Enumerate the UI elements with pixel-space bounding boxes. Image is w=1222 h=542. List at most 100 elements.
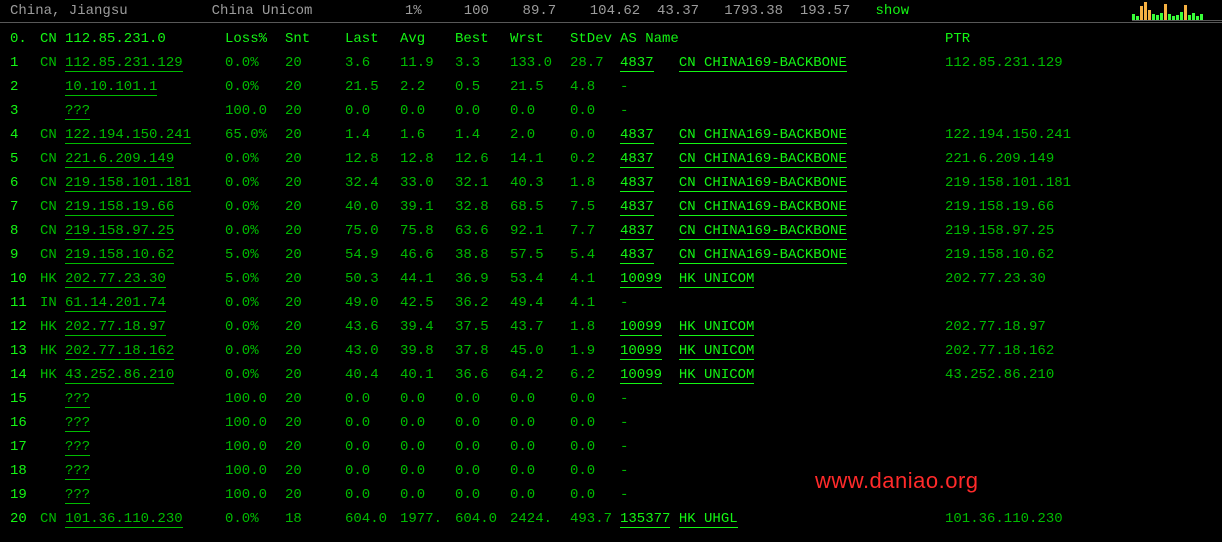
ip-link[interactable]: 43.252.86.210 bbox=[65, 367, 174, 384]
asn-name[interactable]: CN CHINA169-BACKBONE bbox=[679, 151, 847, 168]
cell-ip[interactable]: ??? bbox=[65, 487, 225, 503]
asn-number[interactable]: 10099 bbox=[620, 343, 662, 360]
cell-best: 0.5 bbox=[455, 79, 510, 95]
table-row[interactable]: 6CN219.158.101.1810.0%2032.433.032.140.3… bbox=[10, 171, 1212, 195]
cell-cc: CN bbox=[40, 127, 65, 143]
table-row[interactable]: 20CN101.36.110.2300.0%18604.01977.604.02… bbox=[10, 507, 1212, 531]
ip-link[interactable]: 221.6.209.149 bbox=[65, 151, 174, 168]
cell-best: 0.0 bbox=[455, 103, 510, 119]
asn-number[interactable]: 4837 bbox=[620, 223, 654, 240]
ip-link[interactable]: ??? bbox=[65, 103, 90, 120]
asn-name[interactable]: CN CHINA169-BACKBONE bbox=[679, 199, 847, 216]
asn-number[interactable]: 4837 bbox=[620, 175, 654, 192]
asn-name[interactable]: CN CHINA169-BACKBONE bbox=[679, 247, 847, 264]
cell-loss: 65.0% bbox=[225, 127, 285, 143]
asn-name[interactable]: HK UNICOM bbox=[679, 367, 755, 384]
cell-snt: 20 bbox=[285, 367, 345, 383]
cell-ip[interactable]: 202.77.18.97 bbox=[65, 319, 225, 335]
asn-name[interactable]: CN CHINA169-BACKBONE bbox=[679, 55, 847, 72]
ip-link[interactable]: ??? bbox=[65, 463, 90, 480]
cell-ip[interactable]: 219.158.97.25 bbox=[65, 223, 225, 239]
table-row[interactable]: 17???100.0200.00.00.00.00.0- bbox=[10, 435, 1212, 459]
cell-best: 0.0 bbox=[455, 439, 510, 455]
cell-ip[interactable]: 112.85.231.129 bbox=[65, 55, 225, 71]
cell-ip[interactable]: 43.252.86.210 bbox=[65, 367, 225, 383]
ip-link[interactable]: 112.85.231.129 bbox=[65, 55, 183, 72]
asn-number[interactable]: 10099 bbox=[620, 319, 662, 336]
asn-name[interactable]: HK UNICOM bbox=[679, 271, 755, 288]
table-row[interactable]: 19???100.0200.00.00.00.00.0- bbox=[10, 483, 1212, 507]
asn-number[interactable]: 10099 bbox=[620, 367, 662, 384]
ip-link[interactable]: 101.36.110.230 bbox=[65, 511, 183, 528]
ip-link[interactable]: 61.14.201.74 bbox=[65, 295, 166, 312]
table-row[interactable]: 12HK202.77.18.970.0%2043.639.437.543.71.… bbox=[10, 315, 1212, 339]
cell-ip[interactable]: ??? bbox=[65, 391, 225, 407]
cell-ip[interactable]: ??? bbox=[65, 415, 225, 431]
table-row[interactable]: 13HK202.77.18.1620.0%2043.039.837.845.01… bbox=[10, 339, 1212, 363]
asn-name[interactable]: HK UHGL bbox=[679, 511, 738, 528]
cell-ip[interactable]: 219.158.101.181 bbox=[65, 175, 225, 191]
asn-number[interactable]: 4837 bbox=[620, 199, 654, 216]
cell-last: 75.0 bbox=[345, 223, 400, 239]
table-row[interactable]: 18???100.0200.00.00.00.00.0- bbox=[10, 459, 1212, 483]
cell-loss: 100.0 bbox=[225, 415, 285, 431]
asn-number[interactable]: 4837 bbox=[620, 127, 654, 144]
asn-name[interactable]: CN CHINA169-BACKBONE bbox=[679, 175, 847, 192]
asn-name[interactable]: CN CHINA169-BACKBONE bbox=[679, 127, 847, 144]
cell-ip[interactable]: 101.36.110.230 bbox=[65, 511, 225, 527]
ip-link[interactable]: ??? bbox=[65, 487, 90, 504]
ip-link[interactable]: 10.10.101.1 bbox=[65, 79, 157, 96]
asn-name[interactable]: HK UNICOM bbox=[679, 343, 755, 360]
cell-stdev: 0.0 bbox=[570, 439, 620, 455]
cell-ip[interactable]: 202.77.23.30 bbox=[65, 271, 225, 287]
ip-link[interactable]: ??? bbox=[65, 439, 90, 456]
ip-link[interactable]: 219.158.97.25 bbox=[65, 223, 174, 240]
cell-ip[interactable]: 10.10.101.1 bbox=[65, 79, 225, 95]
asn-number[interactable]: 10099 bbox=[620, 271, 662, 288]
ip-link[interactable]: ??? bbox=[65, 391, 90, 408]
cell-ptr: 219.158.101.181 bbox=[945, 175, 1212, 191]
cell-ip[interactable]: ??? bbox=[65, 103, 225, 119]
ip-link[interactable]: 219.158.101.181 bbox=[65, 175, 191, 192]
cell-ip[interactable]: 202.77.18.162 bbox=[65, 343, 225, 359]
table-row[interactable]: 15???100.0200.00.00.00.00.0- bbox=[10, 387, 1212, 411]
table-row[interactable]: 7CN219.158.19.660.0%2040.039.132.868.57.… bbox=[10, 195, 1212, 219]
table-row[interactable]: 10HK202.77.23.305.0%2050.344.136.953.44.… bbox=[10, 267, 1212, 291]
cell-ip[interactable]: 122.194.150.241 bbox=[65, 127, 225, 143]
cell-ip[interactable]: 219.158.10.62 bbox=[65, 247, 225, 263]
asn-number[interactable]: 135377 bbox=[620, 511, 670, 528]
asn-number[interactable]: 4837 bbox=[620, 247, 654, 264]
table-row[interactable]: 3???100.0200.00.00.00.00.0- bbox=[10, 99, 1212, 123]
table-row[interactable]: 16???100.0200.00.00.00.00.0- bbox=[10, 411, 1212, 435]
ip-link[interactable]: 219.158.19.66 bbox=[65, 199, 174, 216]
table-row[interactable]: 210.10.101.10.0%2021.52.20.521.54.8- bbox=[10, 75, 1212, 99]
ip-link[interactable]: 202.77.18.97 bbox=[65, 319, 166, 336]
ip-link[interactable]: 122.194.150.241 bbox=[65, 127, 191, 144]
asn-number[interactable]: 4837 bbox=[620, 55, 654, 72]
table-row[interactable]: 4CN122.194.150.24165.0%201.41.61.42.00.0… bbox=[10, 123, 1212, 147]
cell-ip[interactable]: 221.6.209.149 bbox=[65, 151, 225, 167]
cell-loss: 0.0% bbox=[225, 511, 285, 527]
table-row[interactable]: 5CN221.6.209.1490.0%2012.812.812.614.10.… bbox=[10, 147, 1212, 171]
cell-wrst: 53.4 bbox=[510, 271, 570, 287]
ip-link[interactable]: 219.158.10.62 bbox=[65, 247, 174, 264]
table-row[interactable]: 1CN112.85.231.1290.0%203.611.93.3133.028… bbox=[10, 51, 1212, 75]
table-row[interactable]: 14HK43.252.86.2100.0%2040.440.136.664.26… bbox=[10, 363, 1212, 387]
asn-name[interactable]: CN CHINA169-BACKBONE bbox=[679, 223, 847, 240]
ip-link[interactable]: 202.77.18.162 bbox=[65, 343, 174, 360]
cell-ip[interactable]: 61.14.201.74 bbox=[65, 295, 225, 311]
hdr-wrst: Wrst bbox=[510, 31, 570, 47]
cell-loss: 0.0% bbox=[225, 199, 285, 215]
ip-link[interactable]: 202.77.23.30 bbox=[65, 271, 166, 288]
table-row[interactable]: 11IN61.14.201.740.0%2049.042.536.249.44.… bbox=[10, 291, 1212, 315]
table-row[interactable]: 8CN219.158.97.250.0%2075.075.863.692.17.… bbox=[10, 219, 1212, 243]
ip-link[interactable]: ??? bbox=[65, 415, 90, 432]
asn-name[interactable]: HK UNICOM bbox=[679, 319, 755, 336]
table-row[interactable]: 9CN219.158.10.625.0%2054.946.638.857.55.… bbox=[10, 243, 1212, 267]
cell-ip[interactable]: 219.158.19.66 bbox=[65, 199, 225, 215]
cell-loss: 0.0% bbox=[225, 175, 285, 191]
cell-ip[interactable]: ??? bbox=[65, 439, 225, 455]
cell-ip[interactable]: ??? bbox=[65, 463, 225, 479]
asn-number[interactable]: 4837 bbox=[620, 151, 654, 168]
show-toggle[interactable]: show bbox=[876, 3, 910, 19]
